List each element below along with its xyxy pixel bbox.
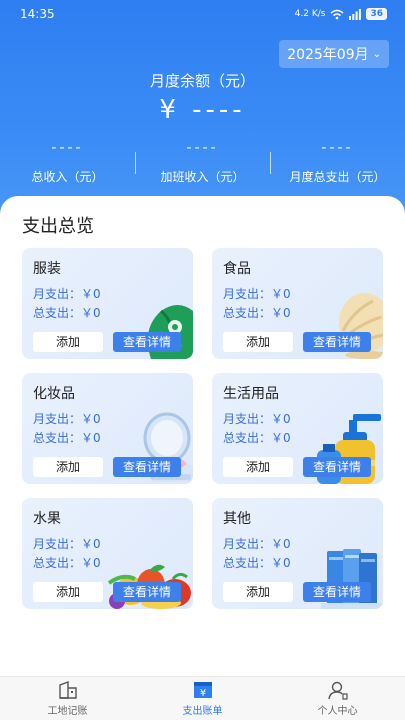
monthly-expense: 月支出：￥0 <box>223 537 291 551</box>
category-card-fruit[interactable]: 水果 月支出：￥0 总支出：￥0 添加 查看详情 <box>22 498 193 609</box>
stat-overtime-income: ---- 加班收入（元） <box>135 140 270 190</box>
tab-personal-center[interactable]: 个人中心 <box>270 677 405 720</box>
panel-title: 支出总览 <box>22 216 94 237</box>
view-details-button[interactable]: 查看详情 <box>113 332 181 352</box>
monthly-expense: 月支出：￥0 <box>33 412 101 426</box>
stat-value: ---- <box>321 140 354 156</box>
tab-label: 支出账单 <box>182 706 223 717</box>
view-details-button[interactable]: 查看详情 <box>113 582 181 602</box>
stat-total-income: ---- 总收入（元） <box>0 140 135 190</box>
view-details-button[interactable]: 查看详情 <box>303 332 371 352</box>
add-button[interactable]: 添加 <box>223 457 293 477</box>
wifi-icon <box>330 9 344 19</box>
total-expense: 总支出：￥0 <box>33 431 101 445</box>
svg-text:¥: ¥ <box>199 688 205 699</box>
card-title: 化妆品 <box>33 386 75 402</box>
total-expense: 总支出：￥0 <box>33 306 101 320</box>
card-title: 其他 <box>223 511 251 527</box>
stat-monthly-expense: ---- 月度总支出（元） <box>270 140 405 190</box>
stats-row: ---- 总收入（元） ---- 加班收入（元） ---- 月度总支出（元） <box>0 140 405 190</box>
month-picker-value: 2025年09月 <box>287 47 369 63</box>
building-icon <box>58 680 77 699</box>
status-time: 14:35 <box>20 7 55 21</box>
balance-label: 月度余额（元） <box>149 72 255 90</box>
tab-label: 工地记账 <box>47 706 88 717</box>
total-expense: 总支出：￥0 <box>33 556 101 570</box>
tab-label: 个人中心 <box>317 706 358 717</box>
card-title: 生活用品 <box>223 386 279 402</box>
add-button[interactable]: 添加 <box>223 582 293 602</box>
user-icon <box>327 681 348 700</box>
bottom-tab-bar: 工地记账 ¥ 支出账单 个人中心 <box>0 676 405 720</box>
category-card-cosmetics[interactable]: 化妆品 月支出：￥0 总支出：￥0 添加 查看详情 <box>22 373 193 484</box>
total-expense: 总支出：￥0 <box>223 431 291 445</box>
category-card-food[interactable]: 食品 月支出：￥0 总支出：￥0 添加 查看详情 <box>212 248 383 359</box>
monthly-expense: 月支出：￥0 <box>33 537 101 551</box>
category-card-other[interactable]: 其他 月支出：￥0 总支出：￥0 添加 查看详情 <box>212 498 383 609</box>
signal-icon <box>349 8 362 20</box>
tab-expense-bill[interactable]: ¥ 支出账单 <box>135 677 270 720</box>
add-button[interactable]: 添加 <box>33 582 103 602</box>
expense-overview-panel: 支出总览 服装 月支出：￥0 总支出：￥0 添加 查看详情 食品 月支出：￥0 … <box>0 196 405 676</box>
category-card-daily-goods[interactable]: 生活用品 月支出：￥0 总支出：￥0 添加 查看详情 <box>212 373 383 484</box>
add-button[interactable]: 添加 <box>33 457 103 477</box>
balance-value: ¥ ---- <box>159 95 246 125</box>
stat-label: 总收入（元） <box>31 170 104 184</box>
stat-value: ---- <box>186 140 219 156</box>
monthly-expense: 月支出：￥0 <box>223 412 291 426</box>
stat-label: 月度总支出（元） <box>289 170 386 184</box>
category-card-clothing[interactable]: 服装 月支出：￥0 总支出：￥0 添加 查看详情 <box>22 248 193 359</box>
monthly-expense: 月支出：￥0 <box>223 287 291 301</box>
total-expense: 总支出：￥0 <box>223 306 291 320</box>
view-details-button[interactable]: 查看详情 <box>303 582 371 602</box>
stat-value: ---- <box>51 140 84 156</box>
view-details-button[interactable]: 查看详情 <box>113 457 181 477</box>
monthly-expense: 月支出：￥0 <box>33 287 101 301</box>
chevron-down-icon: ⌄ <box>372 48 381 60</box>
card-title: 水果 <box>33 511 61 527</box>
tab-site-accounting[interactable]: 工地记账 <box>0 677 135 720</box>
card-title: 食品 <box>223 261 251 277</box>
network-speed: 4.2 K/s <box>294 9 326 19</box>
stat-label: 加班收入（元） <box>160 170 245 184</box>
status-bar: 14:35 4.2 K/s 36 <box>0 0 405 28</box>
battery-indicator: 36 <box>366 8 387 20</box>
add-button[interactable]: 添加 <box>223 332 293 352</box>
status-icons: 4.2 K/s 36 <box>295 8 387 20</box>
card-title: 服装 <box>33 261 61 277</box>
bill-icon: ¥ <box>193 682 212 699</box>
month-picker[interactable]: 2025年09月 ⌄ <box>279 40 389 68</box>
view-details-button[interactable]: 查看详情 <box>303 457 371 477</box>
total-expense: 总支出：￥0 <box>223 556 291 570</box>
add-button[interactable]: 添加 <box>33 332 103 352</box>
